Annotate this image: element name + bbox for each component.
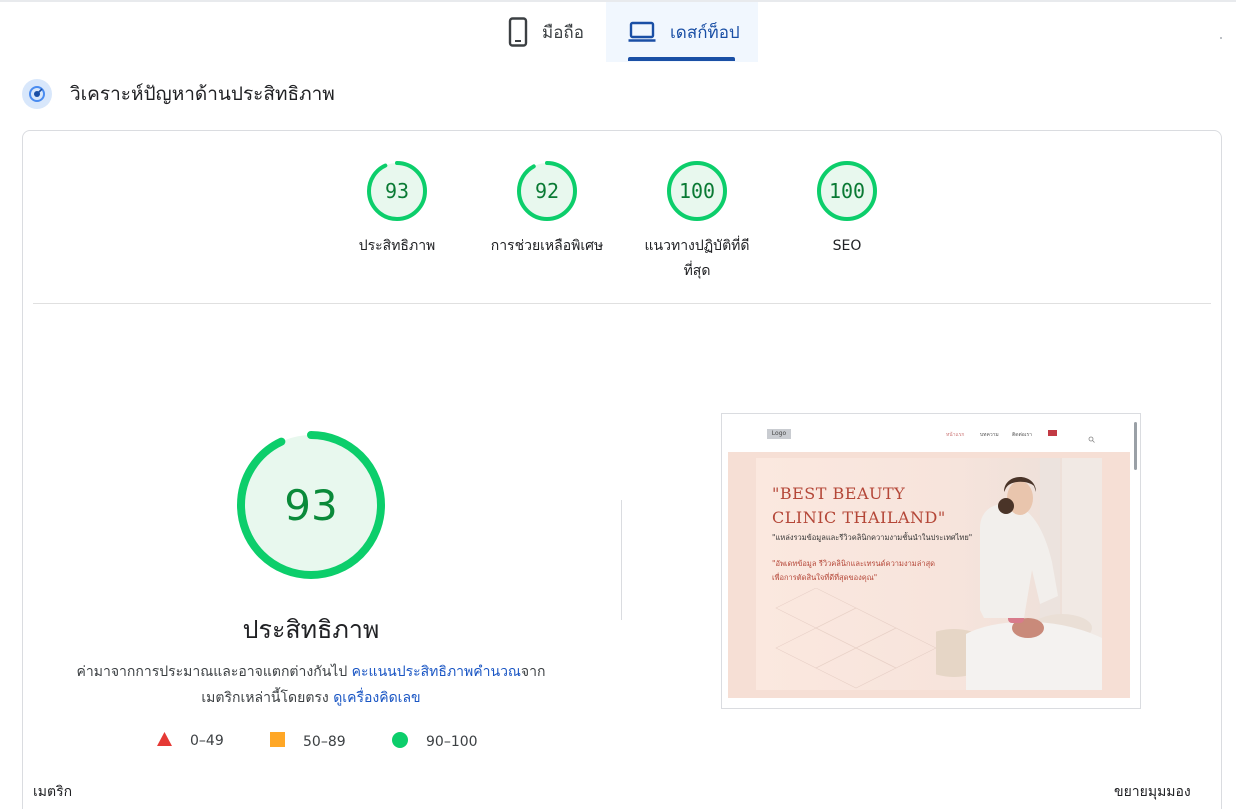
thumb-pattern bbox=[775, 588, 937, 689]
orange-square-icon bbox=[270, 732, 285, 751]
score-calculation-link[interactable]: คะแนนประสิทธิภาพคำนวณ bbox=[352, 664, 521, 680]
gauge-ring: 100 bbox=[666, 160, 728, 222]
decorative-dot bbox=[1220, 37, 1222, 39]
tab-desktop-label: เดสก์ท็อป bbox=[670, 22, 740, 43]
category-label: แนวทางปฏิบัติที่ดี ที่สุด bbox=[644, 238, 750, 279]
category-label: การช่วยเหลือพิเศษ bbox=[490, 238, 604, 254]
page-screenshot-thumbnail: Logo หน้าแรก บทความ ติดต่อเรา "BEST BEAU… bbox=[721, 413, 1141, 709]
thumb-search-icon bbox=[1088, 428, 1095, 447]
gauge-ring: 100 bbox=[816, 160, 878, 222]
category-seo[interactable]: 100 SEO bbox=[777, 160, 917, 259]
performance-description: ค่ามาจากการประมาณและอาจแตกต่างกันไป คะแน… bbox=[76, 664, 546, 706]
green-circle-icon bbox=[392, 732, 408, 752]
thumb-logo: Logo bbox=[767, 429, 791, 439]
calculator-link[interactable]: ดูเครื่องคิดเลข bbox=[333, 690, 420, 706]
category-score: 100 bbox=[678, 179, 716, 203]
section-divider bbox=[33, 303, 1211, 304]
legend-average: 50–89 bbox=[270, 732, 346, 751]
category-score: 92 bbox=[534, 179, 560, 203]
diagnose-heading: วิเคราะห์ปัญหาด้านประสิทธิภาพ bbox=[22, 79, 335, 109]
expand-view-button[interactable]: ขยายมุมมอง bbox=[1114, 781, 1191, 803]
thumb-headline: "BEST BEAUTY CLINIC THAILAND" bbox=[772, 484, 946, 527]
vertical-divider bbox=[621, 500, 622, 620]
red-triangle-icon bbox=[157, 732, 172, 750]
tab-selected-indicator bbox=[628, 57, 735, 61]
thumb-hero-banner: "BEST BEAUTY CLINIC THAILAND" "แหล่งรวมข้… bbox=[756, 458, 1102, 690]
metrics-label: เมตริก bbox=[33, 784, 73, 800]
tab-desktop[interactable]: เดสก์ท็อป bbox=[606, 2, 758, 62]
category-score: 93 bbox=[384, 179, 410, 203]
category-accessibility[interactable]: 92 การช่วยเหลือพิเศษ bbox=[477, 160, 617, 259]
category-best-practices[interactable]: 100 แนวทางปฏิบัติที่ดี ที่สุด bbox=[627, 160, 767, 284]
legend-range: 0–49 bbox=[190, 733, 224, 749]
thumb-nav-link: บทความ bbox=[980, 432, 999, 438]
thumb-scrollbar bbox=[1134, 422, 1137, 470]
smartphone-icon bbox=[508, 17, 528, 47]
thumb-nav-link: หน้าแรก bbox=[946, 432, 965, 438]
thumb-flag-icon bbox=[1048, 430, 1057, 436]
category-label: SEO bbox=[832, 238, 862, 254]
legend-range: 50–89 bbox=[303, 733, 346, 750]
thumb-tagline: "อัพเดทข้อมูล รีวิวคลินิกและเทรนด์ความงา… bbox=[772, 559, 936, 582]
category-score: 100 bbox=[828, 179, 866, 203]
laptop-icon bbox=[628, 21, 656, 43]
tab-mobile[interactable]: มือถือ bbox=[498, 2, 606, 62]
performance-title: ประสิทธิภาพ bbox=[242, 615, 380, 644]
thumb-nav-link: ติดต่อเรา bbox=[1012, 432, 1032, 438]
thumb-clinic-photo bbox=[936, 458, 1102, 690]
category-performance[interactable]: 93 ประสิทธิภาพ bbox=[327, 160, 467, 259]
gauge-ring: 93 bbox=[366, 160, 428, 222]
tab-mobile-label: มือถือ bbox=[542, 22, 584, 43]
category-label: ประสิทธิภาพ bbox=[358, 238, 436, 254]
speedometer-icon bbox=[22, 79, 52, 109]
legend-fail: 0–49 bbox=[157, 732, 224, 750]
diagnose-title: วิเคราะห์ปัญหาด้านประสิทธิภาพ bbox=[70, 83, 335, 105]
gauge-ring: 92 bbox=[516, 160, 578, 222]
performance-score: 93 bbox=[284, 480, 338, 530]
performance-gauge: 93 bbox=[235, 429, 387, 581]
legend-pass: 90–100 bbox=[392, 732, 478, 752]
thumb-navbar: Logo หน้าแรก บทความ ติดต่อเรา bbox=[722, 414, 1140, 452]
legend-range: 90–100 bbox=[426, 734, 478, 750]
